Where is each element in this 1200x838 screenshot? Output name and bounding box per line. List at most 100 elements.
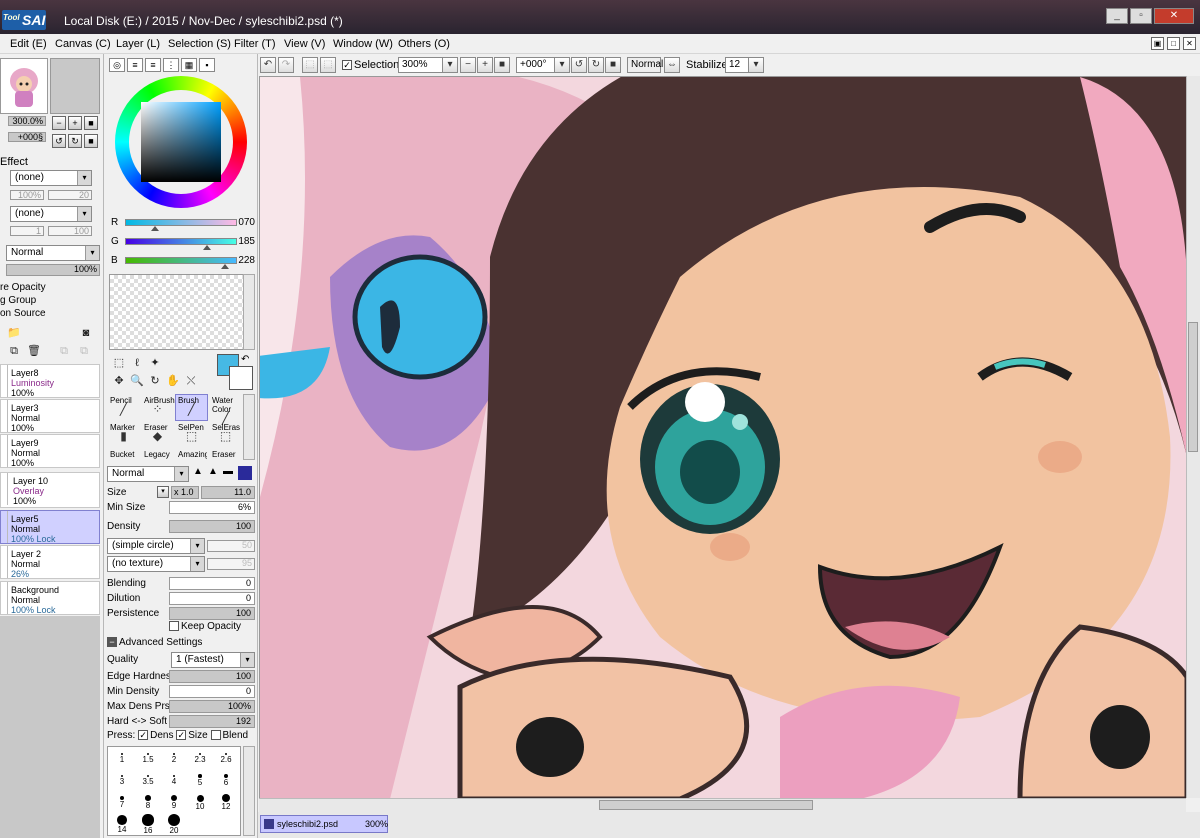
press-dens-checkbox[interactable]: ✓ Dens (138, 730, 173, 741)
brush-pencil[interactable]: Pencil ╱ (107, 394, 140, 421)
brush-size-preset[interactable]: 7 (110, 793, 134, 809)
brush-selpen[interactable]: SelPen ⬚ (175, 421, 208, 448)
brush-legacy[interactable]: Legacy (141, 448, 174, 460)
blending-slider[interactable]: 0 (169, 577, 255, 590)
eyedropper-icon[interactable]: ⤬ (183, 374, 199, 388)
tip-flat-icon[interactable]: ▬ (223, 466, 236, 480)
keep-opacity-checkbox[interactable]: Keep Opacity (169, 621, 241, 632)
brush-eraser[interactable]: Eraser ◆ (141, 421, 174, 448)
menu-view[interactable]: View (V) (284, 38, 325, 50)
delete-layer-icon[interactable]: 🗑 (26, 344, 42, 358)
scratchpad[interactable] (109, 274, 245, 350)
nav-zoom-reset-icon[interactable]: ■ (84, 116, 98, 130)
brush-size-preset[interactable]: 1 (110, 749, 134, 764)
zoom-in-icon[interactable]: + (477, 57, 493, 73)
nav-rotate-reset-icon[interactable]: ■ (84, 134, 98, 148)
vertical-scroll-thumb[interactable] (1188, 322, 1198, 452)
max-dens-slider[interactable]: 100% (169, 700, 255, 713)
brush-size-preset[interactable]: 5 (188, 771, 212, 787)
menu-selection[interactable]: Selection (S) (168, 38, 231, 50)
stabilizer-dropdown-icon[interactable]: ▾ (748, 57, 764, 73)
brush-size-preset[interactable]: 20 (162, 814, 186, 835)
press-size-checkbox[interactable]: ✓ Size (176, 730, 208, 741)
new-folder-icon[interactable]: 📁 (6, 326, 22, 340)
menu-others[interactable]: Others (O) (398, 38, 450, 50)
mdi-restore-icon[interactable]: ▣ (1151, 37, 1164, 50)
zoom-dropdown-icon[interactable]: ▾ (442, 57, 458, 73)
color-wheel[interactable] (115, 76, 247, 208)
minimize-button[interactable]: _ (1106, 8, 1128, 24)
nav-rotate-right-icon[interactable]: ↻ (68, 134, 82, 148)
texture-select[interactable]: (none) ▾ (10, 170, 92, 186)
brush-eraser-2[interactable]: Eraser (209, 448, 242, 460)
effect-width[interactable]: 1 (10, 226, 44, 236)
lasso-icon[interactable]: ℓ (129, 356, 145, 370)
red-slider[interactable]: R 070 (111, 216, 257, 231)
redo-icon[interactable]: ↷ (278, 57, 294, 73)
layer-item-layer10[interactable]: Layer 10 Overlay 100% (0, 472, 100, 508)
size-multiplier-icon[interactable]: ▾ (157, 486, 169, 498)
canvas-vertical-scrollbar[interactable] (1186, 76, 1200, 798)
density-slider[interactable]: 100 (169, 520, 255, 533)
maximize-button[interactable]: ▫ (1130, 8, 1152, 24)
min-size-slider[interactable]: 6% (169, 501, 255, 514)
nav-rotate-left-icon[interactable]: ↺ (52, 134, 66, 148)
brush-grid-scrollbar[interactable] (243, 394, 255, 460)
rotate-right-icon[interactable]: ↻ (588, 57, 604, 73)
effect-strength[interactable]: 100 (48, 226, 92, 236)
swap-colors-icon[interactable]: ↶ (241, 354, 249, 365)
saturation-value-square[interactable] (141, 102, 221, 182)
brush-size-preset[interactable]: 2.3 (188, 749, 212, 764)
menu-window[interactable]: Window (W) (333, 38, 393, 50)
move-icon[interactable]: ✥ (111, 374, 127, 388)
green-slider[interactable]: G 185 (111, 235, 257, 250)
quality-select[interactable]: 1 (Fastest) ▾ (171, 652, 255, 668)
layer-blend-select[interactable]: Normal ▾ (6, 245, 100, 261)
layer-item-layer3[interactable]: Layer3 Normal 100% (0, 399, 100, 433)
dilution-slider[interactable]: 0 (169, 592, 255, 605)
g-slider-knob[interactable] (202, 245, 211, 250)
blue-slider[interactable]: B 228 (111, 254, 257, 269)
merge-icon[interactable]: ⧉ (6, 344, 22, 358)
flip-icon[interactable]: ⇔ (664, 57, 680, 73)
nav-angle-slider[interactable]: +000§ (8, 132, 46, 142)
tip-round-icon[interactable]: ▲ (193, 466, 206, 480)
texture-scale[interactable]: 100% (10, 190, 44, 200)
mask-icon[interactable]: ◙ (78, 326, 94, 340)
horizontal-scroll-thumb[interactable] (599, 800, 813, 810)
brush-amazing[interactable]: Amazing (175, 448, 208, 460)
scratchpad-tab-icon[interactable]: ▪ (199, 58, 215, 72)
nav-zoom-out-icon[interactable]: − (52, 116, 66, 130)
hard-soft-slider[interactable]: 192 (169, 715, 255, 728)
brush-size-preset[interactable]: 2.6 (214, 749, 238, 764)
persistence-slider[interactable]: 100 (169, 607, 255, 620)
texture-strength-slider[interactable]: 95 (207, 558, 255, 570)
navigator-thumbnail[interactable] (0, 58, 48, 114)
layer-opacity-slider[interactable]: 100% (6, 264, 100, 276)
min-density-slider[interactable]: 0 (169, 685, 255, 698)
combine-icon[interactable]: ⧉ (76, 344, 92, 358)
brush-size-preset[interactable]: 16 (136, 814, 160, 835)
magic-wand-icon[interactable]: ✦ (147, 356, 163, 370)
clipping-group-option[interactable]: g Group (0, 295, 36, 306)
zoom-reset-icon[interactable]: ■ (494, 57, 510, 73)
hand-icon[interactable]: ✋ (165, 374, 181, 388)
b-slider-knob[interactable] (220, 264, 229, 269)
brush-size-preset[interactable]: 6 (214, 771, 238, 787)
shape-strength[interactable]: 50 (207, 540, 255, 552)
brush-blend-select[interactable]: Normal ▾ (107, 466, 189, 482)
mdi-maximize-icon[interactable]: □ (1167, 37, 1180, 50)
brush-seleras[interactable]: SelEras ⬚ (209, 421, 242, 448)
advanced-settings-toggle[interactable]: − Advanced Settings (107, 637, 202, 648)
document-tab[interactable]: syleschibi2.psd 300% (260, 815, 388, 833)
brush-shape-select[interactable]: (simple circle) ▾ (107, 538, 205, 554)
invert-selection-icon[interactable]: ⬚ (320, 57, 336, 73)
layer-item-layer2[interactable]: Layer 2 Normal 26% (0, 545, 100, 579)
menu-edit[interactable]: Edit (E) (10, 38, 47, 50)
zoom-out-icon[interactable]: − (460, 57, 476, 73)
brush-size-preset[interactable]: 8 (136, 793, 160, 810)
r-slider-knob[interactable] (151, 226, 160, 231)
preserve-opacity-option[interactable]: re Opacity (0, 282, 46, 293)
brush-size-preset[interactable]: 2 (162, 749, 186, 764)
palette-tab-icon[interactable]: ▦ (181, 58, 197, 72)
